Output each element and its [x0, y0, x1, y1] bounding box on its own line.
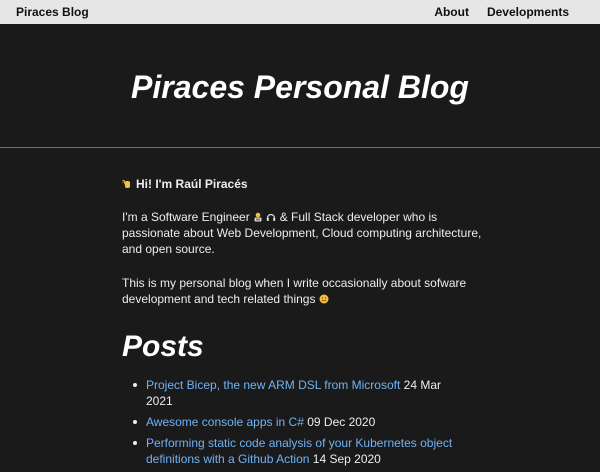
post-date: 14 Sep 2020 — [312, 452, 381, 466]
bullet-icon — [133, 441, 137, 445]
headphones-icon — [267, 213, 276, 221]
top-navbar: Piraces Blog About Developments — [0, 0, 600, 24]
posts-list: Project Bicep, the new ARM DSL from Micr… — [122, 377, 466, 467]
post-item: Project Bicep, the new ARM DSL from Micr… — [133, 377, 466, 409]
post-link[interactable]: Performing static code analysis of your … — [146, 436, 452, 466]
blog-description: This is my personal blog when I write oc… — [122, 275, 482, 307]
blog-description-text: This is my personal blog when I write oc… — [122, 276, 467, 306]
post-link[interactable]: Awesome console apps in C# — [146, 415, 304, 429]
posts-heading: Posts — [122, 330, 204, 363]
nav-link-developments[interactable]: Developments — [487, 5, 569, 19]
bullet-icon — [133, 420, 137, 424]
brand-link[interactable]: Piraces Blog — [16, 5, 89, 19]
post-link[interactable]: Project Bicep, the new ARM DSL from Micr… — [146, 378, 400, 392]
bullet-icon — [133, 383, 137, 387]
post-item: Awesome console apps in C# 09 Dec 2020 — [133, 414, 466, 430]
greeting: Hi! I'm Raúl Piracés — [122, 176, 482, 192]
page-title: Piraces Personal Blog — [131, 69, 469, 105]
hero-banner: Piraces Personal Blog — [0, 24, 600, 148]
nav-links: About Developments — [434, 5, 569, 19]
post-date: 09 Dec 2020 — [307, 415, 376, 429]
smiling-face-icon — [319, 294, 329, 304]
technologist-icon — [254, 212, 262, 222]
intro-paragraph: I'm a Software Engineer & Full Stack dev… — [122, 209, 482, 257]
waving-hand-icon — [122, 179, 130, 188]
main-content: Hi! I'm Raúl Piracés I'm a Software Engi… — [122, 170, 482, 472]
greeting-text: Hi! I'm Raúl Piracés — [136, 177, 248, 191]
nav-link-about[interactable]: About — [434, 5, 469, 19]
intro-text-a: I'm a Software Engineer — [122, 210, 250, 224]
post-item: Performing static code analysis of your … — [133, 435, 466, 467]
